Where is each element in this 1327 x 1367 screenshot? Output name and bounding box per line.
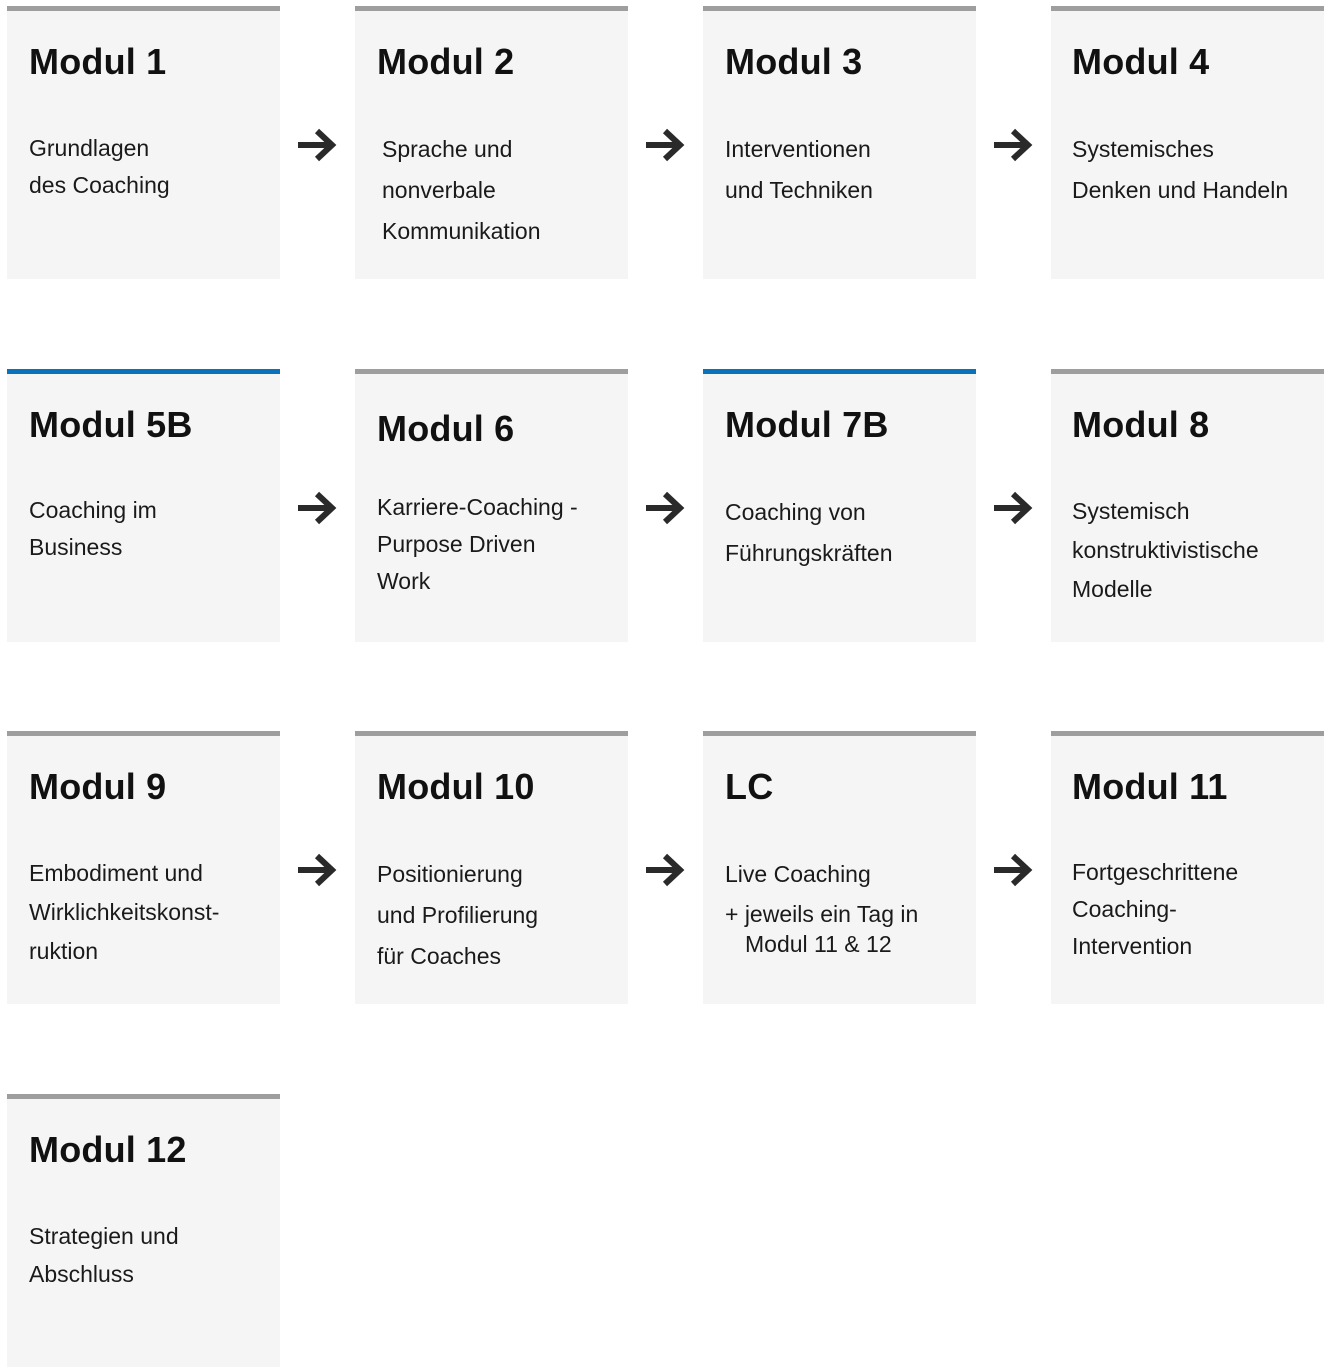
module-description: Coaching von Führungskräften xyxy=(725,499,893,566)
module-description: Live Coaching + jeweils ein Tag in Modul… xyxy=(725,861,919,957)
module-description: Strategien und Abschluss xyxy=(29,1223,179,1287)
arrow-right-icon xyxy=(991,852,1035,888)
module-card-4: Modul 4 Systemisches Denken und Handeln xyxy=(1051,6,1324,279)
module-card-5b: Modul 5B Coaching im Business xyxy=(7,369,280,642)
arrow-right-icon xyxy=(643,127,687,163)
module-description: Grundlagen des Coaching xyxy=(29,135,170,198)
arrow-right-icon xyxy=(295,127,339,163)
module-card-lc: LC Live Coaching + jeweils ein Tag in Mo… xyxy=(703,731,976,1004)
module-title: LC xyxy=(725,766,774,807)
module-card-9: Modul 9 Embodiment und Wirklichkeitskons… xyxy=(7,731,280,1004)
module-description: Fortgeschrittene Coaching- Intervention xyxy=(1072,859,1239,959)
module-title: Modul 3 xyxy=(725,41,863,82)
module-description: Interventionen und Techniken xyxy=(725,136,873,203)
module-title: Modul 12 xyxy=(29,1129,187,1170)
module-title: Modul 2 xyxy=(377,41,515,82)
module-title: Modul 10 xyxy=(377,766,535,807)
module-description: Karriere-Coaching - Purpose Driven Work xyxy=(377,494,578,594)
arrow-right-icon xyxy=(295,852,339,888)
module-title: Modul 7B xyxy=(725,404,889,445)
module-description: Systemisches Denken und Handeln xyxy=(1072,136,1289,203)
module-description: Embodiment und Wirklichkeitskonst- rukti… xyxy=(29,860,220,964)
module-description: Systemisch konstruktivistische Modelle xyxy=(1072,498,1259,602)
module-description: Positionierung und Profilierung für Coac… xyxy=(377,861,539,969)
arrow-right-icon xyxy=(295,490,339,526)
module-card-8: Modul 8 Systemisch konstruktivistische M… xyxy=(1051,369,1324,642)
module-title: Modul 5B xyxy=(29,404,193,445)
module-card-6: Modul 6 Karriere-Coaching - Purpose Driv… xyxy=(355,369,628,642)
module-card-11: Modul 11 Fortgeschrittene Coaching- Inte… xyxy=(1051,731,1324,1004)
arrow-right-icon xyxy=(991,127,1035,163)
module-title: Modul 9 xyxy=(29,766,167,807)
module-card-12: Modul 12 Strategien und Abschluss xyxy=(7,1094,280,1367)
module-description: Coaching im Business xyxy=(29,497,157,560)
module-description: Sprache und nonverbale Kommunikation xyxy=(382,136,541,244)
module-card-7b: Modul 7B Coaching von Führungskräften xyxy=(703,369,976,642)
module-card-1: Modul 1 Grundlagen des Coaching xyxy=(7,6,280,279)
module-card-10: Modul 10 Positionierung und Profilierung… xyxy=(355,731,628,1004)
arrow-right-icon xyxy=(643,852,687,888)
arrow-right-icon xyxy=(991,490,1035,526)
module-card-2: Modul 2 Sprache und nonverbale Kommunika… xyxy=(355,6,628,279)
arrow-right-icon xyxy=(643,490,687,526)
module-title: Modul 4 xyxy=(1072,41,1210,82)
module-title: Modul 8 xyxy=(1072,404,1210,445)
module-title: Modul 11 xyxy=(1072,766,1228,807)
module-card-3: Modul 3 Interventionen und Techniken xyxy=(703,6,976,279)
module-title: Modul 1 xyxy=(29,41,167,82)
module-title: Modul 6 xyxy=(377,408,515,449)
